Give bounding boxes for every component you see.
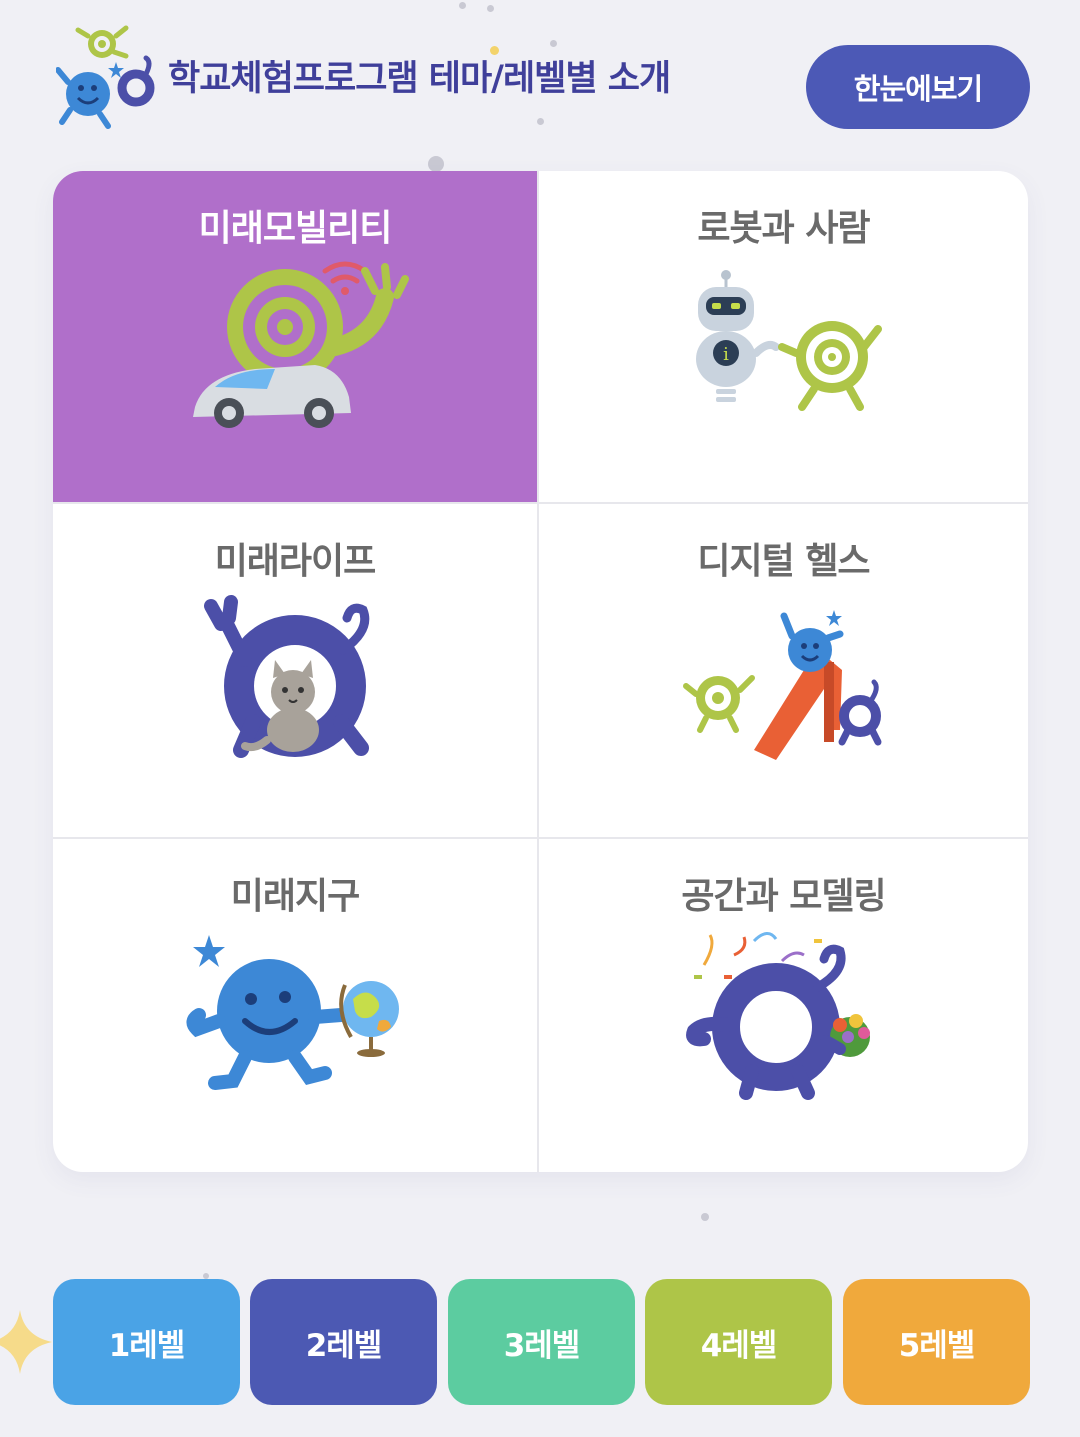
level-1-button[interactable]: 1레벨	[53, 1279, 240, 1405]
theme-title: 디지털 헬스	[697, 541, 870, 582]
logo-icon	[56, 25, 155, 129]
header: 학교체험프로그램 테마/레벨별 소개 한눈에보기	[0, 0, 1080, 160]
green-swirl-car-icon	[193, 261, 409, 428]
blue-character-with-globe-icon	[186, 935, 399, 1090]
theme-card-space-and-modeling[interactable]: 공간과 모델링	[539, 839, 1028, 1172]
theme-card-future-life[interactable]: 미래라이프	[53, 504, 539, 839]
level-4-button[interactable]: 4레벨	[645, 1279, 832, 1405]
characters-on-slide-icon	[682, 610, 881, 760]
background-dot	[701, 1213, 709, 1221]
robot-and-swirl-icon: i	[695, 270, 882, 411]
overview-button[interactable]: 한눈에보기	[806, 45, 1030, 129]
theme-card-robot-and-people[interactable]: 로봇과 사람 i	[539, 171, 1028, 504]
theme-card-future-mobility[interactable]: 미래모빌리티	[53, 171, 539, 504]
theme-title: 공간과 모델링	[681, 876, 886, 917]
theme-title: 미래라이프	[214, 541, 377, 582]
level-5-button[interactable]: 5레벨	[843, 1279, 1030, 1405]
theme-title: 로봇과 사람	[697, 208, 870, 249]
page-title: 학교체험프로그램 테마/레벨별 소개	[168, 59, 671, 99]
level-selector: 1레벨 2레벨 3레벨 4레벨 5레벨	[53, 1279, 1030, 1405]
theme-card-future-earth[interactable]: 미래지구	[53, 839, 539, 1172]
theme-title: 미래모빌리티	[198, 208, 393, 249]
level-3-button[interactable]: 3레벨	[448, 1279, 635, 1405]
ring-character-with-cat-icon	[204, 595, 370, 758]
theme-title: 미래지구	[230, 876, 360, 917]
sparkle-icon	[0, 1310, 52, 1374]
theme-card-digital-health[interactable]: 디지털 헬스	[539, 504, 1028, 839]
ring-character-with-confetti-icon	[685, 932, 870, 1100]
theme-grid: 미래모빌리티 로봇과 사람 i 미래라이프 디지털 헬스 미래지구 공간과 모델…	[53, 171, 1028, 1172]
level-2-button[interactable]: 2레벨	[250, 1279, 437, 1405]
svg-text:i: i	[723, 344, 729, 365]
